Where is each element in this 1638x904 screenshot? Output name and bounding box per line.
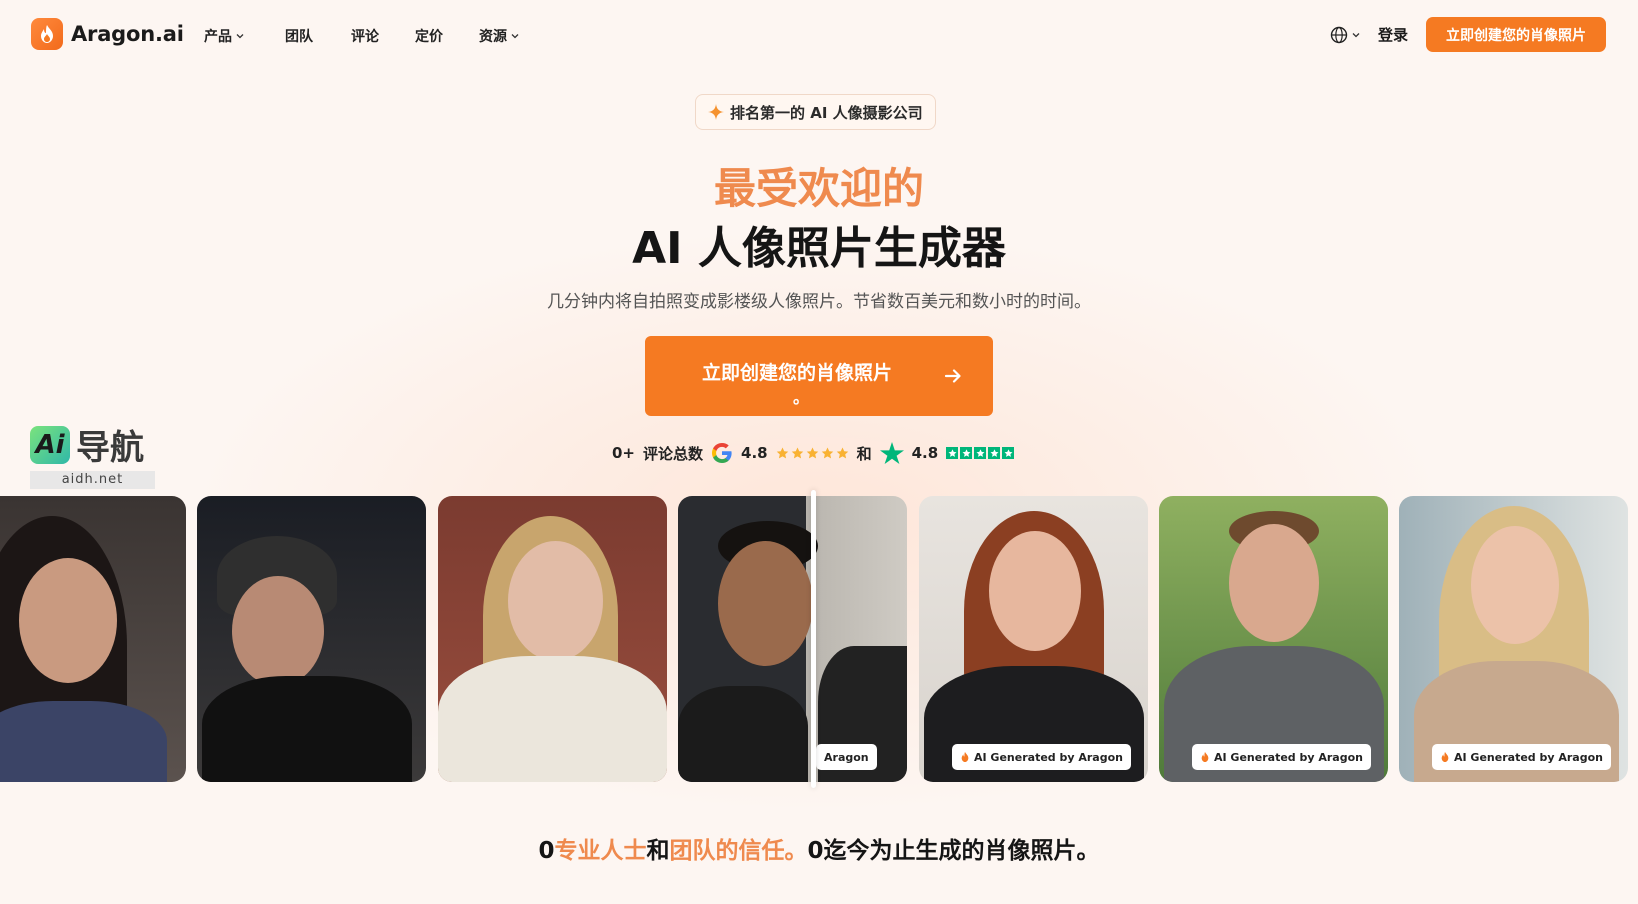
hero-title: AI 人像照片生成器	[632, 223, 1006, 274]
trustpilot-score: 4.8	[911, 444, 939, 462]
star-icon	[974, 447, 987, 459]
flame-icon	[1201, 752, 1209, 762]
ai-tag-label: Aragon	[824, 750, 869, 764]
selfie-photo: Aragon	[678, 496, 907, 782]
flame-icon	[1441, 752, 1449, 762]
nav-item-reviews[interactable]: 评论	[351, 26, 379, 46]
login-link[interactable]: 登录	[1378, 24, 1408, 45]
nav-item-resources[interactable]: 资源	[479, 26, 519, 46]
arrow-right-icon	[944, 369, 961, 383]
top-navigation: Aragon.ai 产品 团队 评论 定价 资源 登录 立即创建您的肖像照片	[0, 0, 1638, 70]
star-icon	[988, 447, 1001, 459]
cta-label-suffix: 。	[793, 388, 810, 407]
nav-item-pricing[interactable]: 定价	[415, 26, 443, 46]
trustpilot-stars	[946, 447, 1015, 459]
ai-headshot-photo: AI Generated by Aragon	[1159, 496, 1388, 782]
header-actions: 登录 立即创建您的肖像照片	[1330, 17, 1606, 52]
nav-item-team[interactable]: 团队	[285, 26, 313, 46]
globe-icon	[1330, 26, 1348, 43]
hero-subtitle: 几分钟内将自拍照变成影楼级人像照片。节省数百美元和数小时的时间。	[547, 292, 1091, 312]
review-count: 0+	[612, 444, 636, 462]
hero-title-accent: 最受欢迎的	[713, 164, 924, 213]
nav-label: 定价	[415, 29, 443, 45]
create-headshot-button-top[interactable]: 立即创建您的肖像照片	[1426, 17, 1606, 52]
flame-icon	[961, 752, 969, 762]
trust-text: 专业人士	[554, 838, 647, 864]
watermark-logo: Ai	[30, 425, 70, 464]
google-score: 4.8	[741, 444, 768, 462]
ai-generated-tag: AI Generated by Aragon	[952, 744, 1131, 770]
ai-generated-tag: AI Generated by Aragon	[1432, 744, 1611, 770]
star-icon	[1002, 447, 1015, 459]
ratings-joiner: 和	[856, 444, 872, 463]
headshots-count: 0	[807, 838, 824, 864]
site-watermark: Ai 导航 aidh.net	[30, 420, 155, 489]
nav-label: 资源	[479, 29, 507, 45]
nav-label: 评论	[351, 29, 379, 45]
google-stars	[776, 447, 849, 460]
professionals-count: 0	[538, 838, 555, 864]
cta-label: 立即创建您的肖像照片	[702, 362, 893, 384]
trust-text: 团队的信任。	[669, 838, 808, 864]
selfie-photo	[438, 496, 667, 782]
comparison-divider[interactable]	[811, 490, 816, 788]
star-icon	[821, 447, 833, 458]
trust-text: 迄今为止生成的肖像照片。	[823, 838, 1100, 864]
ai-headshot-photo: AI Generated by Aragon	[919, 496, 1148, 782]
brand-logo[interactable]: Aragon.ai	[31, 18, 184, 50]
trust-text: 和	[646, 838, 670, 864]
trustpilot-icon	[879, 442, 904, 464]
before-after-carousel: Aragon AI Generated by Aragon AI Generat…	[0, 496, 1638, 782]
ai-tag-label: AI Generated by Aragon	[1214, 750, 1363, 764]
star-icon	[791, 447, 803, 458]
watermark-url: aidh.net	[30, 471, 155, 489]
ai-generated-tag: Aragon	[816, 744, 877, 770]
star-icon	[806, 447, 818, 458]
selfie-photo	[197, 496, 426, 782]
star-icon	[776, 447, 788, 458]
sparkle-icon	[708, 104, 724, 120]
main-menu: 产品 团队 评论 定价 资源	[204, 26, 519, 46]
star-icon	[960, 447, 973, 459]
ai-headshot-photo: AI Generated by Aragon	[1399, 496, 1628, 782]
selfie-photo	[0, 496, 186, 782]
language-selector[interactable]	[1330, 26, 1360, 44]
brand-name: Aragon.ai	[71, 22, 184, 46]
top-rank-badge: 排名第一的 AI 人像摄影公司	[695, 94, 936, 130]
chevron-down-icon	[236, 34, 244, 39]
star-icon	[836, 447, 848, 458]
badge-text: 排名第一的 AI 人像摄影公司	[730, 103, 923, 122]
chevron-down-icon	[1352, 32, 1360, 37]
google-icon	[712, 443, 732, 463]
nav-label: 团队	[285, 29, 313, 45]
nav-item-products[interactable]: 产品	[204, 26, 244, 46]
star-icon	[946, 447, 959, 459]
review-label: 评论总数	[643, 444, 704, 463]
watermark-name: 导航	[76, 428, 144, 468]
ai-tag-label: AI Generated by Aragon	[974, 750, 1123, 764]
ratings-row: 0+ 评论总数 4.8 和 4.8	[612, 441, 1015, 465]
ai-tag-label: AI Generated by Aragon	[1454, 750, 1603, 764]
flame-icon	[31, 18, 63, 50]
chevron-down-icon	[511, 34, 519, 39]
trust-statement: 0专业人士和团队的信任。0迄今为止生成的肖像照片。	[0, 831, 1638, 865]
nav-label: 产品	[204, 29, 232, 45]
ai-generated-tag: AI Generated by Aragon	[1192, 744, 1371, 770]
create-headshot-button[interactable]: 立即创建您的肖像照片 。	[645, 336, 993, 416]
